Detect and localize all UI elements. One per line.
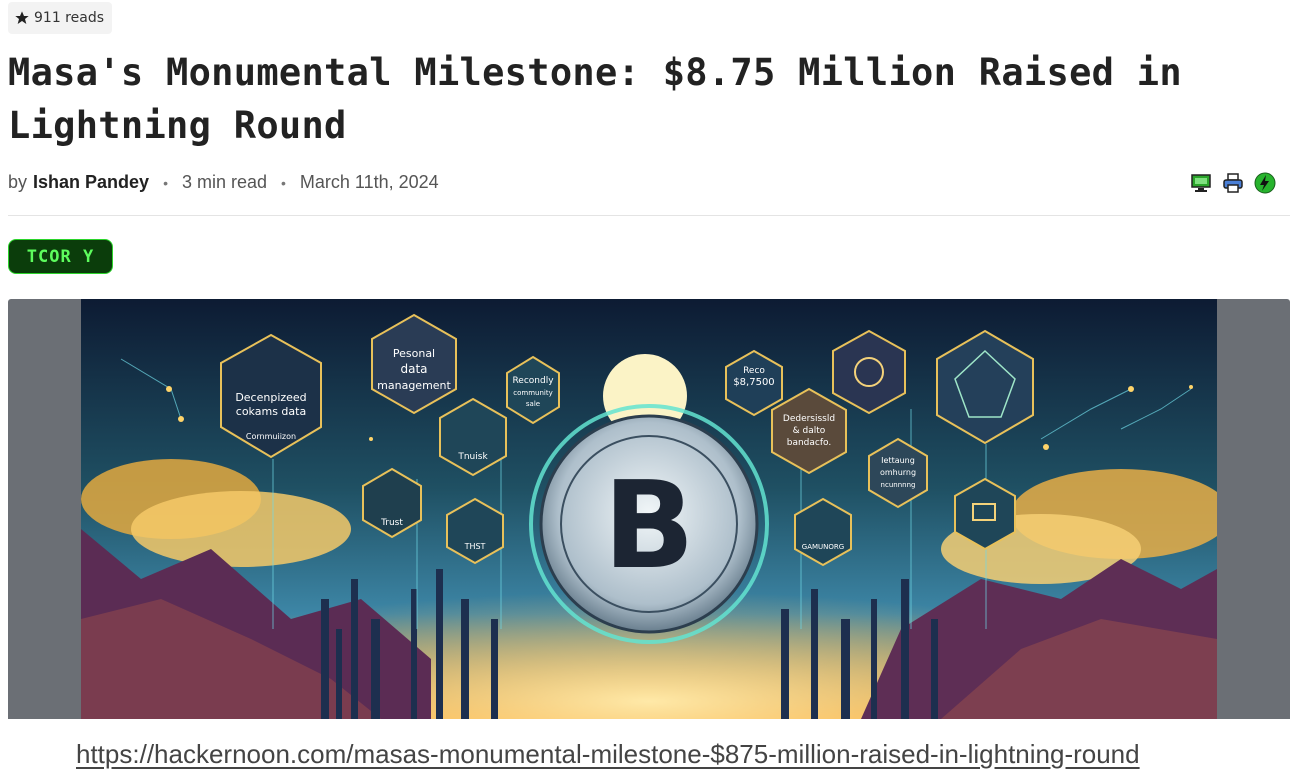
hex-label: Dedersissld (783, 414, 835, 424)
hex-label: bandacfo. (787, 438, 832, 448)
star-icon (15, 11, 29, 24)
hex-label: Tnuisk (457, 452, 488, 462)
printer-icon[interactable] (1222, 172, 1244, 194)
hero-illustration: B Decenpizeed cokams data Cornmuiizon Pe… (81, 299, 1217, 719)
reads-count: 911 reads (34, 10, 104, 26)
lightning-icon[interactable] (1254, 172, 1276, 194)
coin-symbol: B (603, 457, 694, 596)
article-title: Masa's Monumental Milestone: $8.75 Milli… (8, 51, 1182, 147)
publish-date: March 11th, 2024 (299, 172, 439, 192)
article-url-link[interactable]: https://hackernoon.com/masas-monumental-… (76, 739, 1140, 770)
hex-label: Recondly (512, 376, 554, 386)
by-prefix: by (8, 172, 28, 192)
hex-label: Decenpizeed (235, 391, 306, 404)
hex-label: Reco (743, 366, 765, 376)
hex-label: Cornmuiizon (246, 432, 296, 441)
reads-badge: 911 reads (8, 2, 112, 34)
divider (8, 215, 1290, 216)
article-tools (1190, 172, 1276, 194)
computer-icon[interactable] (1190, 172, 1212, 194)
hex-label: sale (526, 400, 540, 408)
hex-label: management (377, 379, 451, 392)
category-tag[interactable]: TCOR Y (8, 239, 113, 274)
hex-label: omhurng (880, 468, 916, 477)
hex-label: THST (464, 542, 486, 551)
read-time: 3 min read (181, 172, 268, 192)
separator-dot: • (281, 174, 286, 191)
hex-label: $8,7500 (733, 377, 774, 388)
hex-label: Iettaung (881, 456, 915, 465)
hex-label: cokams data (236, 405, 306, 418)
hex-label: Pesonal (393, 347, 435, 360)
separator-dot: • (163, 174, 168, 191)
hero-image: B Decenpizeed cokams data Cornmuiizon Pe… (8, 299, 1290, 719)
hex-label: ncunnnng (881, 481, 916, 489)
byline: by Ishan Pandey • 3 min read • March 11t… (8, 172, 439, 193)
author-link[interactable]: Ishan Pandey (33, 172, 149, 193)
hex-label: community (513, 389, 552, 397)
hex-label: & dalto (793, 426, 826, 436)
hex-label: data (400, 362, 427, 376)
hex-label: GAMUNORG (802, 543, 844, 551)
hex-label: Trust (380, 518, 403, 528)
